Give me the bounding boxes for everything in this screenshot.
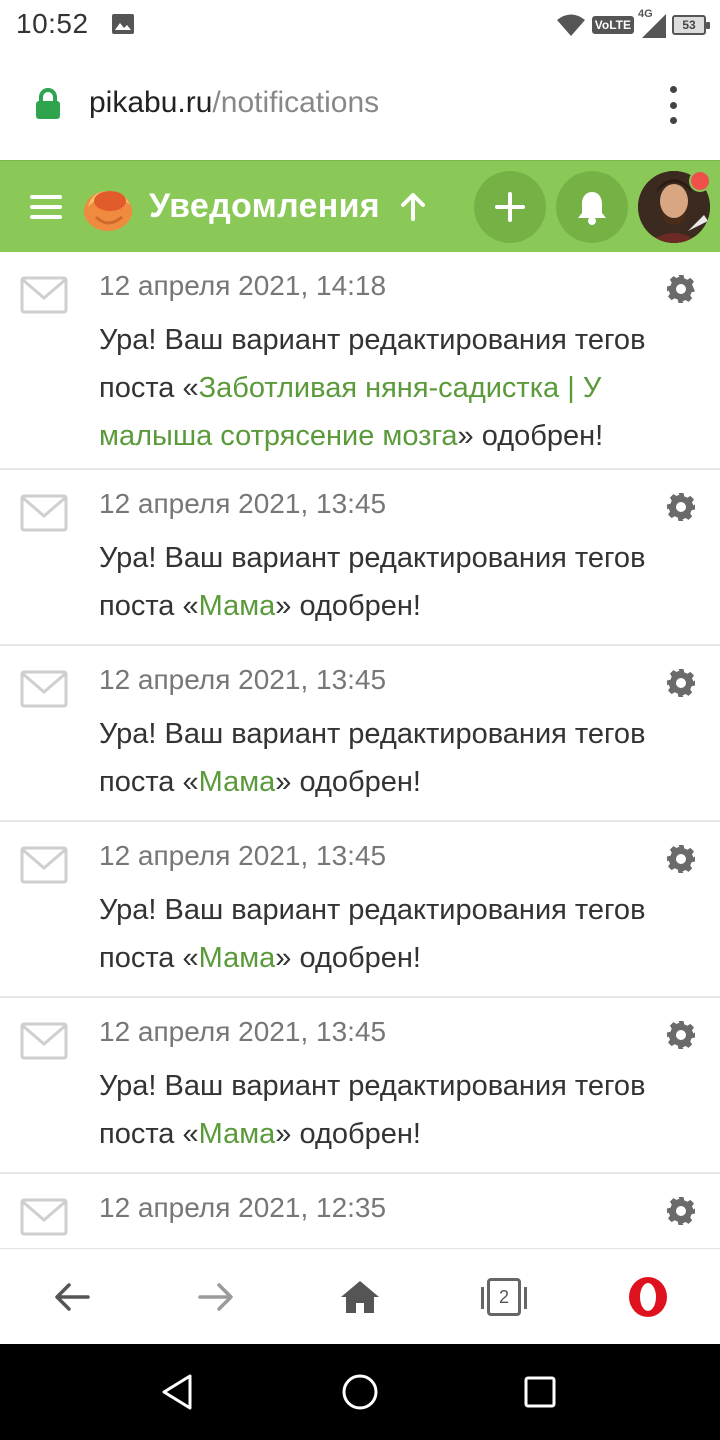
mail-icon xyxy=(20,846,68,884)
pikabu-logo-icon[interactable] xyxy=(80,179,136,235)
notification-message: Ура! Ваш вариант редактирования тегов по… xyxy=(99,1062,714,1158)
image-notification-icon xyxy=(112,14,134,34)
forward-button[interactable] xyxy=(194,1275,238,1319)
post-link[interactable]: Мама xyxy=(199,766,276,798)
gear-icon[interactable] xyxy=(666,492,696,522)
notification-item[interactable]: 12 апреля 2021, 12:35 xyxy=(0,1174,720,1248)
notification-date: 12 апреля 2021, 13:45 xyxy=(99,488,387,519)
message-text: » одобрен! xyxy=(457,420,604,452)
browser-menu-button[interactable] xyxy=(666,86,680,124)
notification-message: Ура! Ваш вариант редактирования тегов по… xyxy=(99,534,714,630)
message-text: » одобрен! xyxy=(275,766,421,798)
gear-icon[interactable] xyxy=(666,1196,696,1226)
gear-icon[interactable] xyxy=(666,844,696,874)
dot-icon xyxy=(669,117,677,124)
system-recents-icon[interactable] xyxy=(520,1372,560,1412)
system-home-icon[interactable] xyxy=(340,1372,380,1412)
mail-icon xyxy=(20,670,68,708)
gear-icon[interactable] xyxy=(666,668,696,698)
opera-logo-icon xyxy=(629,1277,667,1317)
notification-item[interactable]: 12 апреля 2021, 13:45 Ура! Ваш вариант р… xyxy=(0,998,720,1174)
message-text: » одобрен! xyxy=(275,590,421,622)
opera-menu-button[interactable] xyxy=(626,1275,670,1319)
gear-icon[interactable] xyxy=(666,274,696,304)
notification-date: 12 апреля 2021, 13:45 xyxy=(99,840,387,871)
message-text: » одобрен! xyxy=(275,942,421,974)
page-title: Уведомления xyxy=(149,187,380,225)
status-bar: 10:52 VoLTE 4G 53 xyxy=(0,0,720,52)
url-field[interactable]: pikabu.ru/notifications xyxy=(89,86,379,120)
post-link[interactable]: Мама xyxy=(199,1118,276,1150)
arrow-left-icon xyxy=(55,1283,90,1311)
volte-badge: VoLTE xyxy=(591,16,634,34)
wifi-icon xyxy=(556,14,585,36)
browser-address-bar: pikabu.ru/notifications xyxy=(0,52,720,160)
tabs-button[interactable]: 2 xyxy=(481,1275,527,1319)
notification-message: Ура! Ваш вариант редактирования тегов по… xyxy=(99,710,714,806)
post-link[interactable]: Мама xyxy=(199,942,276,974)
gear-icon[interactable] xyxy=(666,1020,696,1050)
status-time: 10:52 xyxy=(16,8,89,39)
unread-indicator-dot xyxy=(689,170,711,192)
app-header: Уведомления xyxy=(0,160,720,252)
notifications-button[interactable] xyxy=(556,171,628,243)
dot-icon xyxy=(669,86,677,93)
notification-date: 12 апреля 2021, 12:35 xyxy=(99,1192,387,1223)
add-post-button[interactable] xyxy=(474,171,546,243)
url-path: /notifications xyxy=(212,86,380,119)
signal-icon: 4G xyxy=(638,8,666,38)
mail-icon xyxy=(20,494,68,532)
notification-item[interactable]: 12 апреля 2021, 13:45 Ура! Ваш вариант р… xyxy=(0,822,720,998)
status-icons: VoLTE 4G 53 xyxy=(556,8,710,40)
notification-date: 12 апреля 2021, 13:45 xyxy=(99,1016,387,1047)
notification-item[interactable]: 12 апреля 2021, 14:18 Ура! Ваш вариант р… xyxy=(0,252,720,470)
bell-icon xyxy=(578,192,606,225)
notification-message: Ура! Ваш вариант редактирования тегов по… xyxy=(99,316,714,460)
browser-bottom-bar: 2 xyxy=(0,1248,720,1344)
notification-date: 12 апреля 2021, 14:18 xyxy=(99,270,387,301)
message-text: » одобрен! xyxy=(275,1118,421,1150)
post-link[interactable]: Мама xyxy=(199,590,276,622)
lock-icon xyxy=(36,88,60,119)
notification-item[interactable]: 12 апреля 2021, 13:45 Ура! Ваш вариант р… xyxy=(0,470,720,646)
url-domain: pikabu.ru xyxy=(89,86,213,119)
mail-icon xyxy=(20,276,68,314)
plus-icon xyxy=(495,192,525,222)
home-icon xyxy=(341,1281,379,1313)
notification-item[interactable]: 12 апреля 2021, 13:45 Ура! Ваш вариант р… xyxy=(0,646,720,822)
system-navigation-bar xyxy=(0,1344,720,1440)
dot-icon xyxy=(669,101,677,109)
tab-count-icon: 2 xyxy=(481,1278,527,1316)
mail-icon xyxy=(20,1022,68,1060)
system-back-icon[interactable] xyxy=(158,1372,198,1412)
notifications-list: 12 апреля 2021, 14:18 Ура! Ваш вариант р… xyxy=(0,252,720,1248)
network-gen-label: 4G xyxy=(638,8,653,20)
hamburger-menu-icon[interactable] xyxy=(30,195,62,219)
battery-icon: 53 xyxy=(672,15,710,35)
home-button[interactable] xyxy=(338,1275,382,1319)
arrow-right-icon xyxy=(198,1283,233,1311)
back-button[interactable] xyxy=(50,1275,94,1319)
scroll-up-arrow-icon[interactable] xyxy=(398,191,428,223)
notification-date: 12 апреля 2021, 13:45 xyxy=(99,664,387,695)
mail-icon xyxy=(20,1198,68,1236)
notification-message: Ура! Ваш вариант редактирования тегов по… xyxy=(99,886,714,982)
